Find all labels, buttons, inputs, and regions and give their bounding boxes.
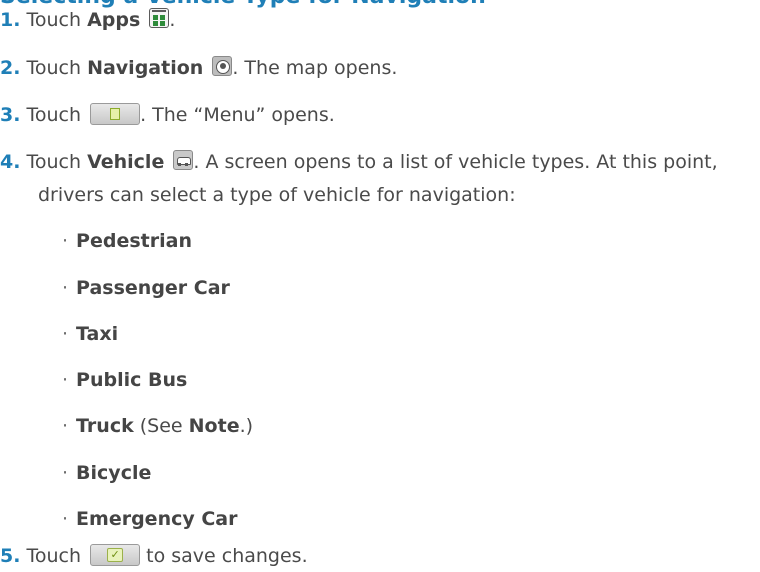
step-4: 4. Touch Vehicle . A screen opens to a l…	[0, 146, 718, 178]
step-text: . The “Menu” opens.	[140, 104, 335, 126]
step-text: to save changes.	[140, 545, 308, 567]
vehicle-type-label: Emergency Car	[76, 508, 238, 530]
list-item: · Public Bus	[62, 364, 187, 396]
step-text: . The map opens.	[232, 57, 398, 79]
step-5: 5. Touch ✓ to save changes.	[0, 540, 308, 572]
vehicle-type-label: Bicycle	[76, 462, 152, 484]
note-ref-text: (See	[133, 415, 189, 437]
note-ref-keyword: Note	[188, 415, 240, 437]
step-text: Touch	[26, 545, 88, 567]
list-item: · Taxi	[62, 318, 118, 350]
step-2: 2. Touch Navigation . The map opens.	[0, 52, 397, 84]
bullet-dot: ·	[62, 230, 69, 252]
step-text: Touch	[26, 57, 88, 79]
navigation-icon[interactable]	[212, 56, 233, 76]
vehicle-type-label: Taxi	[76, 323, 119, 345]
bullet-dot: ·	[62, 415, 69, 437]
bullet-dot: ·	[62, 462, 69, 484]
menu-button-icon[interactable]	[90, 103, 141, 125]
step-number: 3.	[0, 104, 21, 126]
step-1: 1. Touch Apps .	[0, 4, 175, 36]
step-keyword: Apps	[87, 9, 141, 31]
vehicle-icon[interactable]	[173, 150, 194, 170]
bullet-dot: ·	[62, 508, 69, 530]
vehicle-type-label: Passenger Car	[76, 277, 230, 299]
bullet-dot: ·	[62, 277, 69, 299]
vehicle-type-label: Pedestrian	[76, 230, 192, 252]
bullet-dot: ·	[62, 323, 69, 345]
vehicle-type-label: Public Bus	[76, 369, 188, 391]
step-text: .	[169, 9, 176, 31]
step-number: 4.	[0, 151, 21, 173]
step-3: 3. Touch . The “Menu” opens.	[0, 99, 335, 131]
step-text: Touch	[26, 104, 88, 126]
list-item: · Truck (See Note.)	[62, 410, 253, 442]
step-text: . A screen opens to a list of vehicle ty…	[193, 151, 718, 173]
step-text: Touch	[26, 9, 88, 31]
step-number: 1.	[0, 9, 21, 31]
step-keyword: Vehicle	[87, 151, 165, 173]
step-number: 2.	[0, 57, 21, 79]
apps-icon[interactable]	[149, 8, 170, 28]
step-number: 5.	[0, 545, 21, 567]
list-item: · Bicycle	[62, 457, 151, 489]
note-ref-text: .)	[239, 415, 254, 437]
bullet-dot: ·	[62, 369, 69, 391]
step-text: Touch	[26, 151, 88, 173]
list-item: · Pedestrian	[62, 225, 192, 257]
step-4-continuation: drivers can select a type of vehicle for…	[38, 184, 516, 206]
list-item: · Emergency Car	[62, 503, 238, 535]
step-keyword: Navigation	[87, 57, 204, 79]
list-item: · Passenger Car	[62, 272, 230, 304]
vehicle-type-label: Truck	[76, 415, 134, 437]
checkmark-icon: ✓	[107, 548, 124, 562]
menu-list-icon	[110, 108, 121, 120]
save-check-button-icon[interactable]: ✓	[90, 544, 141, 566]
